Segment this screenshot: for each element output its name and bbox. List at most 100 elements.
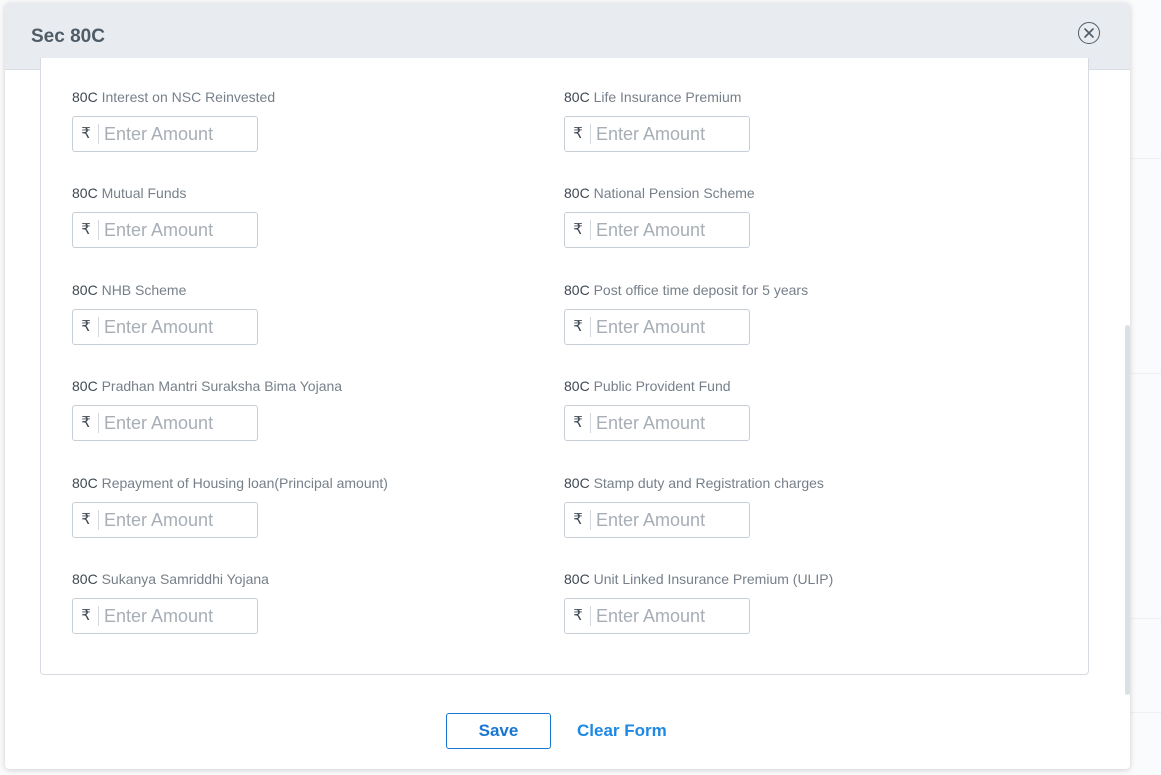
rupee-icon: ₹	[81, 318, 91, 335]
input-separator	[98, 606, 99, 626]
section-prefix: 80C	[72, 89, 98, 105]
field-label-text: Mutual Funds	[101, 185, 187, 201]
amount-input[interactable]	[104, 214, 254, 246]
rupee-icon: ₹	[573, 125, 583, 142]
amount-input-group: ₹	[564, 212, 750, 248]
amount-input-group: ₹	[72, 502, 258, 538]
amount-input[interactable]	[104, 311, 254, 343]
amount-input-group: ₹	[564, 116, 750, 152]
section-prefix: 80C	[72, 282, 98, 298]
field-label-text: NHB Scheme	[101, 282, 187, 298]
field-label: 80C Interest on NSC Reinvested	[72, 89, 512, 107]
field-label-text: Stamp duty and Registration charges	[593, 475, 824, 491]
rupee-icon: ₹	[81, 607, 91, 624]
scrollbar-thumb[interactable]	[1125, 325, 1130, 695]
amount-input[interactable]	[596, 600, 746, 632]
amount-input-group: ₹	[564, 309, 750, 345]
background-divider	[1130, 373, 1161, 374]
section-prefix: 80C	[564, 185, 590, 201]
amount-input[interactable]	[596, 504, 746, 536]
amount-input-group: ₹	[72, 116, 258, 152]
input-separator	[590, 606, 591, 626]
field-label-text: Interest on NSC Reinvested	[101, 89, 276, 105]
amount-input-group: ₹	[72, 598, 258, 634]
rupee-icon: ₹	[573, 318, 583, 335]
amount-input[interactable]	[596, 311, 746, 343]
save-button[interactable]: Save	[446, 713, 551, 749]
amount-field: 80C National Pension Scheme ₹	[564, 185, 1004, 248]
input-separator	[590, 220, 591, 240]
close-x-glyph	[1084, 28, 1094, 38]
input-separator	[98, 317, 99, 337]
field-label-text: Pradhan Mantri Suraksha Bima Yojana	[101, 378, 343, 394]
amount-input-group: ₹	[72, 405, 258, 441]
sec-80c-modal: Sec 80C 80C Interest on NSC Reinvested ₹8…	[5, 3, 1130, 769]
section-prefix: 80C	[72, 378, 98, 394]
amount-field: 80C NHB Scheme ₹	[72, 282, 512, 345]
input-separator	[98, 510, 99, 530]
section-prefix: 80C	[72, 475, 98, 491]
section-prefix: 80C	[564, 475, 590, 491]
field-label: 80C Unit Linked Insurance Premium (ULIP)	[564, 571, 1004, 589]
field-label: 80C Post office time deposit for 5 years	[564, 282, 1004, 300]
rupee-icon: ₹	[81, 125, 91, 142]
field-label-text: Repayment of Housing loan(Principal amou…	[101, 475, 388, 491]
amount-input-group: ₹	[564, 405, 750, 441]
field-label: 80C Public Provident Fund	[564, 378, 1004, 396]
amount-input[interactable]	[596, 407, 746, 439]
input-separator	[590, 510, 591, 530]
field-label-text: National Pension Scheme	[593, 185, 755, 201]
amount-input[interactable]	[104, 600, 254, 632]
close-icon[interactable]	[1078, 22, 1100, 44]
form-panel: 80C Interest on NSC Reinvested ₹80C Life …	[40, 58, 1089, 675]
input-separator	[98, 220, 99, 240]
field-label: 80C Life Insurance Premium	[564, 89, 1004, 107]
rupee-icon: ₹	[573, 511, 583, 528]
amount-input[interactable]	[596, 214, 746, 246]
amount-field: 80C Repayment of Housing loan(Principal …	[72, 475, 512, 538]
field-label: 80C Repayment of Housing loan(Principal …	[72, 475, 512, 493]
clear-form-button[interactable]: Clear Form	[577, 721, 667, 741]
amount-field: 80C Interest on NSC Reinvested ₹	[72, 89, 512, 152]
section-prefix: 80C	[564, 571, 590, 587]
rupee-icon: ₹	[81, 221, 91, 238]
amount-field: 80C Public Provident Fund ₹	[564, 378, 1004, 441]
field-label: 80C National Pension Scheme	[564, 185, 1004, 203]
field-label-text: Unit Linked Insurance Premium (ULIP)	[593, 571, 834, 587]
section-prefix: 80C	[564, 89, 590, 105]
amount-field: 80C Stamp duty and Registration charges ₹	[564, 475, 1004, 538]
modal-title: Sec 80C	[31, 26, 105, 47]
amount-field: 80C Post office time deposit for 5 years…	[564, 282, 1004, 345]
section-prefix: 80C	[72, 185, 98, 201]
field-label-text: Sukanya Samriddhi Yojana	[101, 571, 269, 587]
input-separator	[98, 124, 99, 144]
amount-input-group: ₹	[564, 502, 750, 538]
background-divider	[1130, 712, 1161, 713]
input-separator	[590, 124, 591, 144]
field-label: 80C Mutual Funds	[72, 185, 512, 203]
section-prefix: 80C	[564, 282, 590, 298]
background-divider	[1130, 158, 1161, 159]
field-label: 80C NHB Scheme	[72, 282, 512, 300]
amount-input[interactable]	[104, 504, 254, 536]
field-label-text: Public Provident Fund	[593, 378, 731, 394]
rupee-icon: ₹	[573, 607, 583, 624]
section-prefix: 80C	[564, 378, 590, 394]
amount-input[interactable]	[104, 118, 254, 150]
rupee-icon: ₹	[573, 221, 583, 238]
amount-field: 80C Sukanya Samriddhi Yojana ₹	[72, 571, 512, 634]
rupee-icon: ₹	[573, 414, 583, 431]
amount-field: 80C Life Insurance Premium ₹	[564, 89, 1004, 152]
rupee-icon: ₹	[81, 511, 91, 528]
input-separator	[98, 413, 99, 433]
field-label-text: Post office time deposit for 5 years	[593, 282, 809, 298]
amount-field: 80C Pradhan Mantri Suraksha Bima Yojana ₹	[72, 378, 512, 441]
amount-input-group: ₹	[564, 598, 750, 634]
background-divider	[1130, 618, 1161, 619]
amount-input[interactable]	[104, 407, 254, 439]
field-label: 80C Sukanya Samriddhi Yojana	[72, 571, 512, 589]
amount-field: 80C Mutual Funds ₹	[72, 185, 512, 248]
amount-input[interactable]	[596, 118, 746, 150]
field-label-text: Life Insurance Premium	[593, 89, 742, 105]
amount-field: 80C Unit Linked Insurance Premium (ULIP)…	[564, 571, 1004, 634]
